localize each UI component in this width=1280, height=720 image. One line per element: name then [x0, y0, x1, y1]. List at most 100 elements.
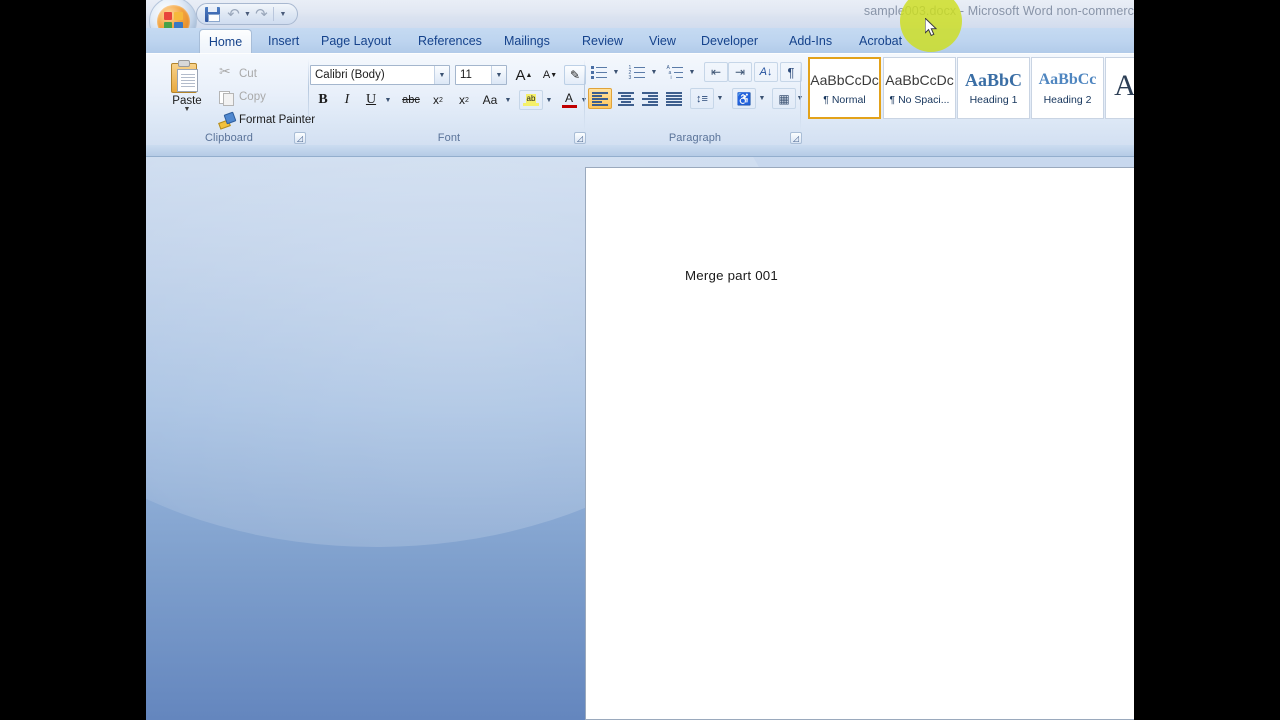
clear-formatting-button[interactable]: ✎ — [564, 65, 586, 85]
group-separator — [308, 59, 309, 131]
grow-font-button[interactable]: A ▲ — [512, 65, 536, 85]
copy-button[interactable]: Copy — [218, 86, 266, 107]
align-right-button[interactable] — [638, 88, 662, 109]
align-center-button[interactable] — [614, 88, 638, 109]
font-name-value: Calibri (Body) — [315, 69, 385, 81]
mouse-cursor — [925, 18, 938, 37]
save-button[interactable] — [202, 5, 223, 23]
italic-button[interactable]: I — [336, 90, 358, 110]
superscript-button[interactable]: x2 — [452, 90, 476, 110]
tab-references[interactable]: References — [408, 28, 492, 53]
clipboard-group-label: Clipboard — [205, 132, 253, 144]
ribbon-group-clipboard: Paste ▼ Cut Copy Format Painter Clipboar… — [150, 54, 315, 146]
underline-button[interactable]: U — [360, 90, 382, 110]
undo-button[interactable]: ↶ — [223, 5, 244, 23]
subscript-button[interactable]: x2 — [426, 90, 450, 110]
tab-acrobat-label: Acrobat — [859, 33, 903, 48]
document-page[interactable]: Merge part 001 — [585, 167, 1134, 720]
tab-page-layout[interactable]: Page Layout — [311, 28, 401, 53]
paragraph-dialog-launcher[interactable]: ◿ — [790, 132, 802, 144]
tab-insert[interactable]: Insert — [258, 28, 309, 53]
tab-references-label: References — [418, 33, 482, 48]
document-body-text[interactable]: Merge part 001 — [685, 268, 778, 283]
style-no-spacing[interactable]: AaBbCcDc ¶ No Spaci... — [883, 57, 956, 119]
sort-button[interactable]: A↓ — [754, 62, 778, 82]
ribbon-group-font: Calibri (Body) ▼ 11 ▼ A ▲ A ▼ ✎ B I U ▼ ab… — [310, 54, 588, 146]
font-name-combo[interactable]: Calibri (Body) ▼ — [310, 65, 450, 85]
change-case-button[interactable]: Aa — [478, 90, 502, 110]
show-formatting-marks-button[interactable]: ¶ — [780, 62, 802, 82]
title-bar: sample003.docx - Microsoft Word non-comm… — [146, 0, 1134, 45]
strikethrough-button[interactable]: abc — [398, 90, 424, 110]
shading-button[interactable]: ♿ — [732, 88, 756, 109]
numbering-button[interactable]: 123 — [626, 62, 648, 82]
tab-developer-label: Developer — [701, 33, 758, 48]
align-right-icon — [642, 92, 658, 106]
undo-dropdown-arrow[interactable]: ▼ — [244, 11, 251, 18]
align-center-icon — [618, 92, 634, 106]
shrink-font-button[interactable]: A ▼ — [538, 65, 562, 85]
align-left-button[interactable] — [588, 88, 612, 109]
style-heading-2[interactable]: AaBbCc Heading 2 — [1031, 57, 1104, 119]
text-highlight-button[interactable]: ab — [519, 90, 543, 110]
tab-home[interactable]: Home — [199, 29, 252, 53]
shrink-font-icon: A — [542, 69, 551, 81]
clipboard-dialog-launcher[interactable]: ◿ — [294, 132, 306, 144]
bullets-dropdown-arrow[interactable]: ▼ — [610, 62, 622, 82]
tab-insert-label: Insert — [268, 33, 300, 48]
redo-button[interactable]: ↷ — [251, 5, 272, 23]
font-size-combo[interactable]: 11 ▼ — [455, 65, 507, 85]
tab-add-ins[interactable]: Add-Ins — [779, 28, 842, 53]
highlight-dropdown-arrow[interactable]: ▼ — [543, 90, 555, 110]
paintbrush-icon — [218, 112, 234, 128]
style-preview: AaBbCc — [1038, 71, 1097, 88]
format-painter-button[interactable]: Format Painter — [218, 109, 315, 130]
bold-icon: B — [318, 92, 328, 107]
change-case-dropdown-arrow[interactable]: ▼ — [502, 90, 514, 110]
style-normal[interactable]: AaBbCcDc ¶ Normal — [808, 57, 881, 119]
style-heading-1[interactable]: AaBbC Heading 1 — [957, 57, 1030, 119]
word-application-window: sample003.docx - Microsoft Word non-comm… — [146, 0, 1134, 720]
borders-button[interactable]: ▦ — [772, 88, 796, 109]
tab-review[interactable]: Review — [572, 28, 633, 53]
line-spacing-dropdown-arrow[interactable]: ▼ — [714, 88, 726, 109]
cut-button[interactable]: Cut — [218, 63, 257, 84]
redo-icon: ↷ — [255, 4, 268, 23]
paste-button[interactable]: Paste ▼ — [162, 58, 212, 120]
tab-mailings[interactable]: Mailings — [494, 28, 560, 53]
ribbon-bottom-edge — [146, 145, 1134, 157]
paste-dropdown-arrow[interactable]: ▼ — [184, 106, 191, 113]
customize-qat-button[interactable]: ▼ — [275, 5, 291, 23]
style-preview: AaBbC — [964, 70, 1022, 90]
justify-button[interactable] — [662, 88, 686, 109]
shading-dropdown-arrow[interactable]: ▼ — [756, 88, 768, 109]
change-case-icon: Aa — [482, 93, 498, 107]
tab-mailings-label: Mailings — [504, 33, 550, 48]
style-label: ¶ Normal — [823, 94, 866, 106]
quick-access-toolbar: ↶ ▼ ↷ ▼ — [196, 3, 298, 25]
font-name-dropdown-arrow[interactable]: ▼ — [434, 66, 449, 84]
multilevel-list-button[interactable]: Aai — [664, 62, 686, 82]
italic-icon: I — [344, 92, 350, 107]
tab-view-label: View — [649, 33, 676, 48]
increase-indent-button[interactable]: ⇥ — [728, 62, 752, 82]
line-spacing-button[interactable]: ↕≡ — [690, 88, 714, 109]
tab-view[interactable]: View — [639, 28, 686, 53]
style-title[interactable]: A — [1105, 57, 1134, 119]
style-preview: AaBbCcDc — [810, 72, 879, 88]
multilevel-dropdown-arrow[interactable]: ▼ — [686, 62, 698, 82]
decrease-indent-button[interactable]: ⇤ — [704, 62, 728, 82]
qat-separator — [272, 7, 274, 21]
numbering-dropdown-arrow[interactable]: ▼ — [648, 62, 660, 82]
cut-label: Cut — [239, 67, 257, 80]
font-color-button[interactable]: A — [558, 90, 580, 110]
tab-developer[interactable]: Developer — [691, 28, 768, 53]
bold-button[interactable]: B — [312, 90, 334, 110]
ribbon: Paste ▼ Cut Copy Format Painter Clipboar… — [146, 53, 1134, 145]
font-size-dropdown-arrow[interactable]: ▼ — [491, 66, 506, 84]
underline-dropdown-arrow[interactable]: ▼ — [382, 90, 394, 110]
font-dialog-launcher[interactable]: ◿ — [574, 132, 586, 144]
tab-add-ins-label: Add-Ins — [789, 33, 833, 48]
multilevel-list-icon: Aai — [667, 65, 684, 81]
bullets-button[interactable] — [588, 62, 610, 82]
